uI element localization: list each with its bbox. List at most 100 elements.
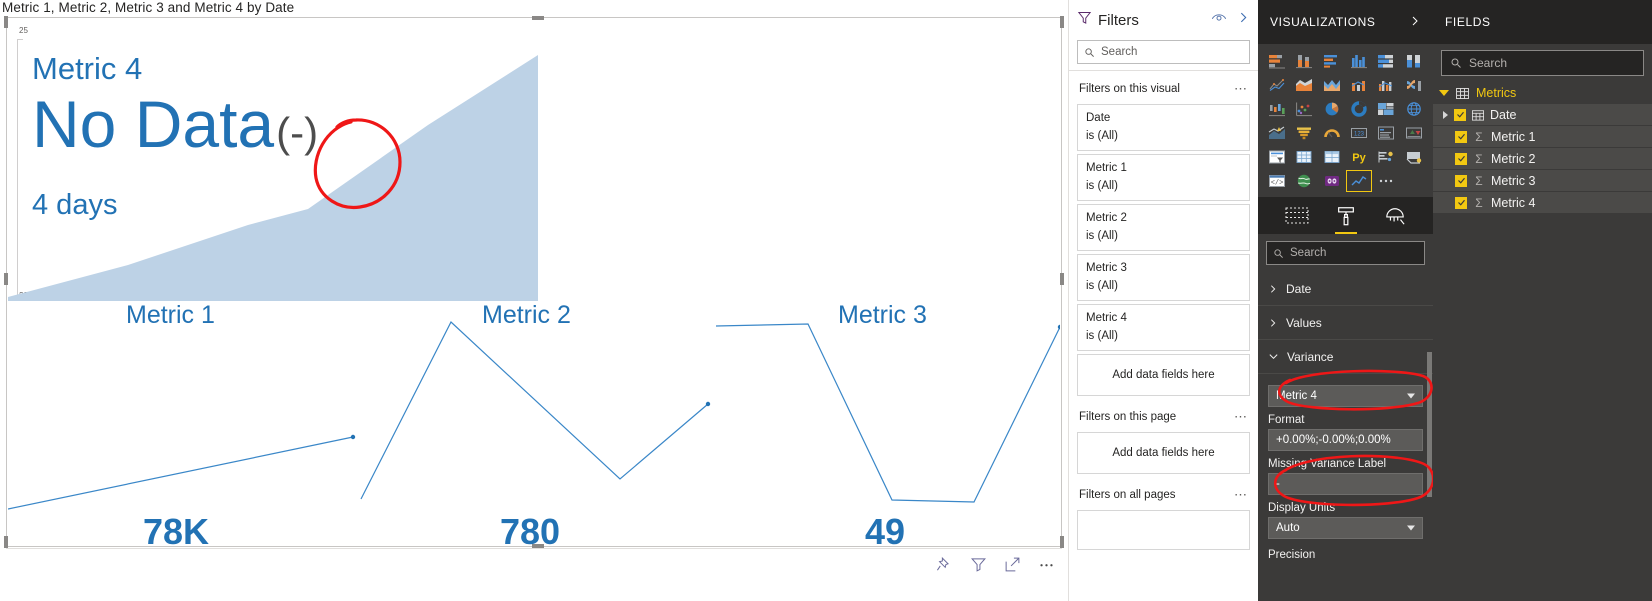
line-metric1 xyxy=(8,436,354,510)
filter-icon[interactable] xyxy=(968,555,988,575)
svg-text:</>: </> xyxy=(1271,180,1284,188)
slicer-icon[interactable] xyxy=(1264,146,1290,168)
variance-chart-icon[interactable] xyxy=(1346,170,1373,192)
chevron-right-icon xyxy=(1271,318,1276,327)
filter-card-metric1[interactable]: Metric 1 is (All) xyxy=(1077,154,1250,201)
filters-header: Filters xyxy=(1069,0,1258,40)
multi-row-card-icon[interactable] xyxy=(1373,122,1399,144)
clustered-bar-chart-icon[interactable] xyxy=(1319,50,1345,72)
area-chart-icon[interactable] xyxy=(1291,74,1317,96)
filter-value: is (All) xyxy=(1086,180,1118,192)
filter-dropzone-all[interactable] xyxy=(1077,510,1250,550)
stacked-column-chart-icon[interactable] xyxy=(1291,50,1317,72)
filters-section-more-icon[interactable]: ⋯ xyxy=(1234,409,1248,425)
arcgis-maps-icon[interactable] xyxy=(1291,170,1317,192)
field-item-metric2[interactable]: Σ Metric 2 xyxy=(1433,148,1652,169)
expand-pane-icon[interactable] xyxy=(1237,11,1250,29)
table-icon[interactable] xyxy=(1291,146,1317,168)
decomposition-tree-icon[interactable] xyxy=(1401,146,1427,168)
variance-format-input[interactable]: +0.00%;-0.00%;0.00% xyxy=(1268,429,1423,451)
format-section-date[interactable]: Date xyxy=(1258,272,1433,306)
hundred-percent-stacked-column-icon[interactable] xyxy=(1401,50,1427,72)
format-section-label: Date xyxy=(1286,281,1312,296)
filters-section-more-icon[interactable]: ⋯ xyxy=(1234,81,1248,97)
funnel-icon[interactable] xyxy=(1291,122,1317,144)
pie-chart-icon[interactable] xyxy=(1319,98,1345,120)
gauge-icon[interactable] xyxy=(1319,122,1345,144)
waterfall-chart-icon[interactable] xyxy=(1264,98,1290,120)
filter-card-metric3[interactable]: Metric 3 is (All) xyxy=(1077,254,1250,301)
tab-fields[interactable] xyxy=(1285,197,1309,234)
line-and-stacked-column-icon[interactable] xyxy=(1346,74,1372,96)
resize-handle-top-right[interactable] xyxy=(1060,16,1064,28)
format-pane-scrollbar[interactable] xyxy=(1427,352,1432,497)
key-influencers-icon[interactable] xyxy=(1373,146,1399,168)
r-script-visual-icon[interactable]: </> xyxy=(1264,170,1290,192)
filters-section-more-icon[interactable]: ⋯ xyxy=(1234,487,1248,503)
focus-mode-icon[interactable] xyxy=(1002,555,1022,575)
format-section-variance[interactable]: Variance xyxy=(1258,340,1433,374)
filter-value: is (All) xyxy=(1086,230,1118,242)
checkbox-checked-icon[interactable] xyxy=(1455,196,1467,209)
filter-dropzone-page[interactable]: Add data fields here xyxy=(1077,432,1250,474)
line-chart-icon[interactable] xyxy=(1264,74,1290,96)
smart-narrative-icon[interactable] xyxy=(1319,170,1345,192)
svg-text:Py: Py xyxy=(1352,152,1366,164)
card-icon[interactable]: 123 xyxy=(1346,122,1372,144)
field-item-metric4[interactable]: Σ Metric 4 xyxy=(1433,192,1652,213)
filters-section-header-visual: Filters on this visual ⋯ xyxy=(1069,71,1258,101)
filter-card-metric2[interactable]: Metric 2 is (All) xyxy=(1077,204,1250,251)
fields-pane: FIELDS Search Metrics Date Σ Metric 1 Σ … xyxy=(1433,0,1652,601)
filter-card-metric4[interactable]: Metric 4 is (All) xyxy=(1077,304,1250,351)
filters-section-header-page: Filters on this page ⋯ xyxy=(1069,399,1258,429)
hide-pane-icon[interactable] xyxy=(1211,11,1227,29)
visual-type-gallery[interactable]: 123 Py </> xyxy=(1258,44,1433,196)
map-icon[interactable] xyxy=(1401,98,1427,120)
format-section-values[interactable]: Values xyxy=(1258,306,1433,340)
stacked-area-chart-icon[interactable] xyxy=(1319,74,1345,96)
resize-handle-middle-right[interactable] xyxy=(1060,273,1064,285)
filter-card-date[interactable]: Date is (All) xyxy=(1077,104,1250,151)
filled-map-icon[interactable] xyxy=(1264,122,1290,144)
more-options-icon[interactable] xyxy=(1036,555,1056,575)
field-item-metric1[interactable]: Σ Metric 1 xyxy=(1433,126,1652,147)
field-item-metric3[interactable]: Σ Metric 3 xyxy=(1433,170,1652,191)
report-canvas[interactable]: Metric 1, Metric 2, Metric 3 and Metric … xyxy=(0,0,1068,601)
scatter-chart-icon[interactable] xyxy=(1291,98,1317,120)
donut-chart-icon[interactable] xyxy=(1346,98,1372,120)
caret-down-icon[interactable] xyxy=(1439,90,1449,96)
filters-title: Filters xyxy=(1098,11,1139,29)
matrix-icon[interactable] xyxy=(1319,146,1345,168)
chevron-right-icon[interactable] xyxy=(1409,14,1421,30)
more-visuals-icon[interactable] xyxy=(1373,170,1399,192)
funnel-icon xyxy=(1077,10,1092,30)
stacked-bar-chart-icon[interactable] xyxy=(1264,50,1290,72)
pin-icon[interactable] xyxy=(934,555,954,575)
fields-table-metrics[interactable]: Metrics xyxy=(1433,82,1652,104)
caret-right-icon[interactable] xyxy=(1443,110,1448,119)
tab-analytics[interactable] xyxy=(1384,197,1406,234)
checkbox-checked-icon[interactable] xyxy=(1455,130,1467,143)
resize-handle-bottom-right[interactable] xyxy=(1060,536,1064,548)
missing-variance-label-input[interactable]: - xyxy=(1268,473,1423,495)
fields-search-input[interactable]: Search xyxy=(1441,50,1644,76)
variance-measure-dropdown[interactable]: Metric 4 xyxy=(1268,385,1423,407)
field-label: Metric 4 xyxy=(1491,195,1536,210)
checkbox-checked-icon[interactable] xyxy=(1455,174,1467,187)
kpi-icon[interactable] xyxy=(1401,122,1427,144)
line-and-clustered-column-icon[interactable] xyxy=(1373,74,1399,96)
clustered-column-chart-icon[interactable] xyxy=(1346,50,1372,72)
treemap-icon[interactable] xyxy=(1373,98,1399,120)
field-item-date[interactable]: Date xyxy=(1433,104,1652,125)
ribbon-chart-icon[interactable] xyxy=(1401,74,1427,96)
filter-dropzone-visual[interactable]: Add data fields here xyxy=(1077,354,1250,396)
hundred-percent-stacked-bar-icon[interactable] xyxy=(1373,50,1399,72)
filters-search-input[interactable]: Search xyxy=(1077,40,1250,64)
python-visual-icon[interactable]: Py xyxy=(1346,146,1372,168)
format-search-input[interactable]: Search xyxy=(1266,241,1425,265)
tab-format[interactable] xyxy=(1335,197,1358,234)
display-units-dropdown[interactable]: Auto xyxy=(1268,517,1423,539)
checkbox-checked-icon[interactable] xyxy=(1454,108,1466,121)
power-bi-report-window: Metric 1, Metric 2, Metric 3 and Metric … xyxy=(0,0,1652,601)
checkbox-checked-icon[interactable] xyxy=(1455,152,1467,165)
